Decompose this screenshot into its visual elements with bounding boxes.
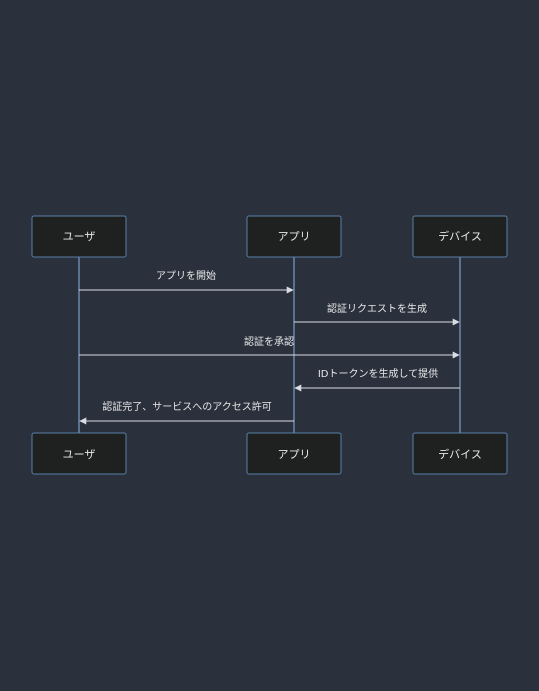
actor-app-top: アプリ <box>246 215 342 258</box>
actor-user-top: ユーザ <box>31 215 127 258</box>
actor-device-bottom: デバイス <box>412 432 508 475</box>
actor-user-bottom: ユーザ <box>31 432 127 475</box>
message-4: IDトークンを生成して提供 <box>294 367 460 392</box>
actor-device-bottom-label: デバイス <box>438 447 482 461</box>
message-2-label: 認証リクエストを生成 <box>327 302 427 315</box>
message-5-label: 認証完了、サービスへのアクセス許可 <box>102 400 272 413</box>
actor-app-bottom: アプリ <box>246 432 342 475</box>
sequence-diagram: ユーザ アプリ デバイス アプリを開始 認証リクエストを生成 認証を承認 IDト… <box>31 215 508 475</box>
message-1-label: アプリを開始 <box>156 269 216 282</box>
message-3-label: 認証を承認 <box>244 335 294 348</box>
actor-app-bottom-label: アプリ <box>278 448 311 461</box>
message-3: 認証を承認 <box>79 335 460 359</box>
actor-app-top-label: アプリ <box>278 230 311 243</box>
message-5: 認証完了、サービスへのアクセス許可 <box>79 400 294 425</box>
message-4-label: IDトークンを生成して提供 <box>318 367 438 380</box>
actor-user-bottom-label: ユーザ <box>63 448 96 461</box>
actor-device-top-label: デバイス <box>438 229 482 243</box>
message-1: アプリを開始 <box>79 269 294 294</box>
actor-user-top-label: ユーザ <box>63 230 96 243</box>
message-2: 認証リクエストを生成 <box>294 302 460 326</box>
actor-device-top: デバイス <box>412 215 508 258</box>
